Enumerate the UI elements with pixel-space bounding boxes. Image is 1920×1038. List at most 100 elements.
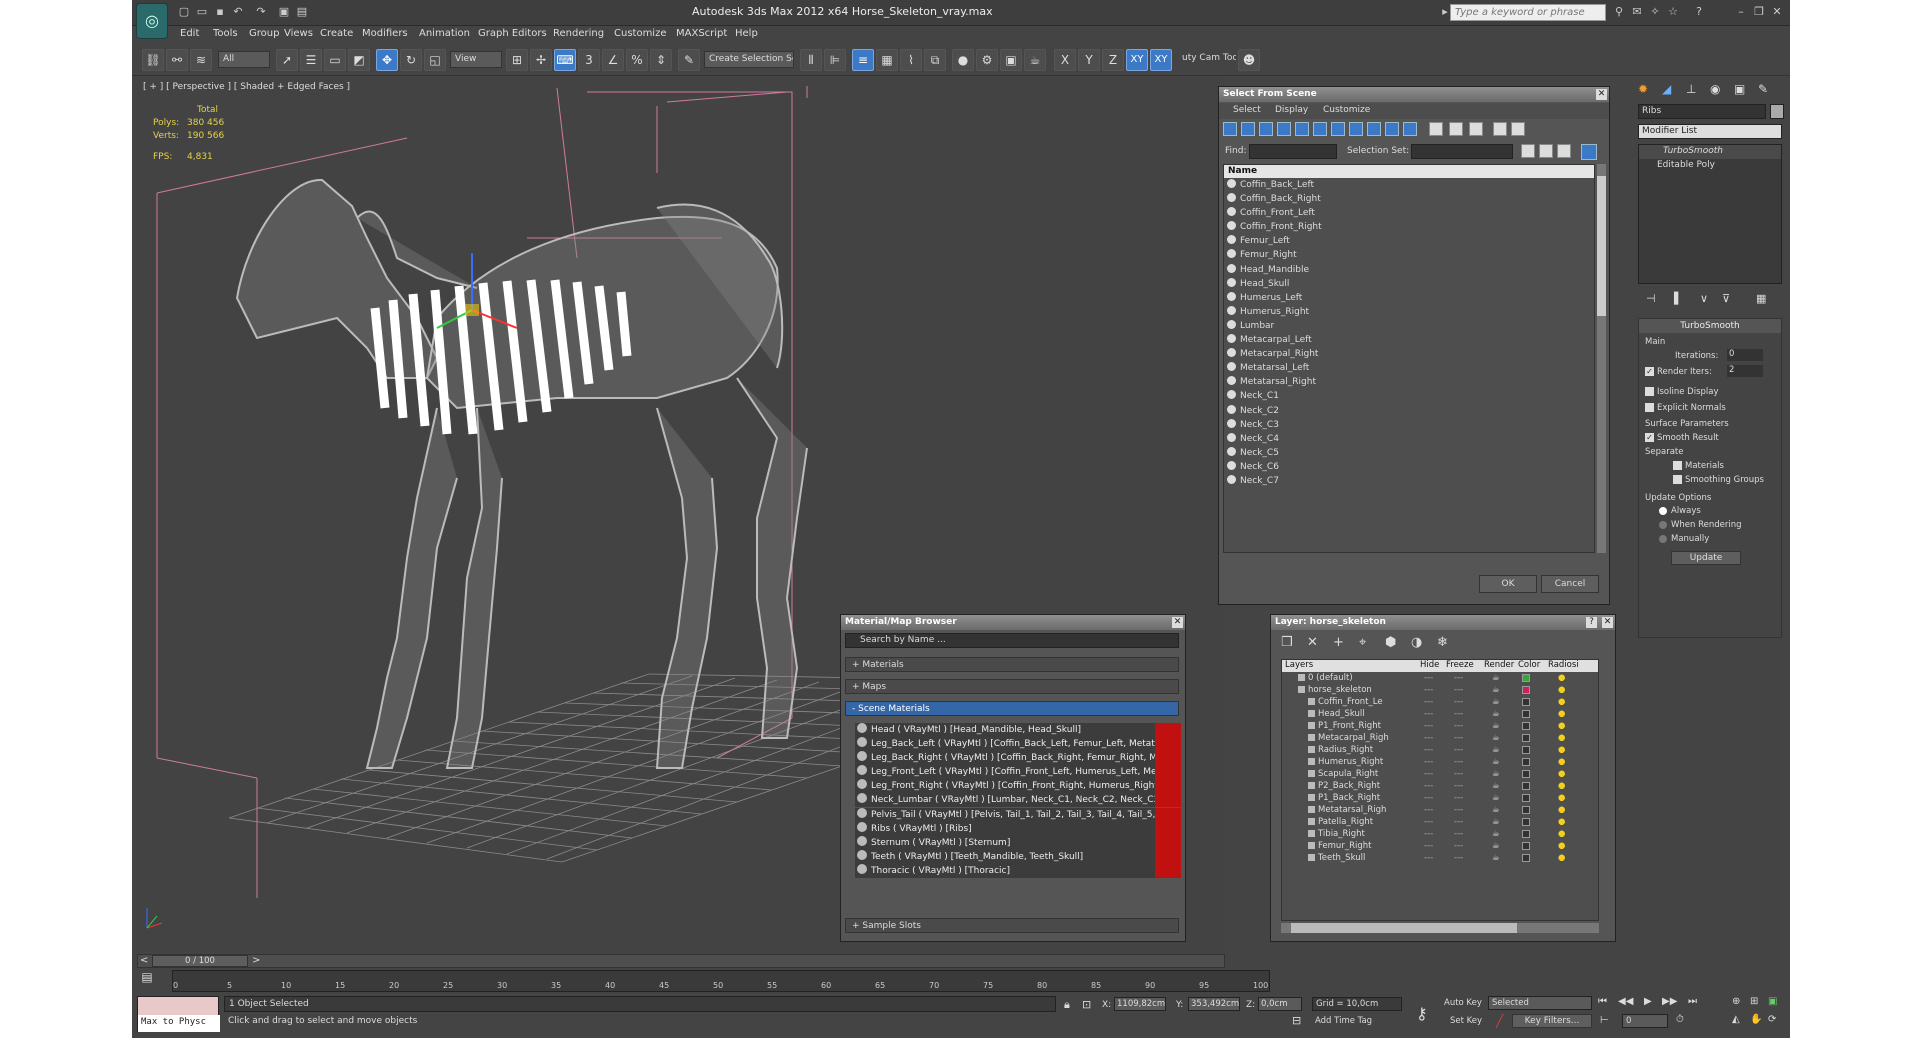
menu-maxscript[interactable]: MAXScript — [676, 28, 727, 39]
freeze-toggle[interactable]: --- — [1454, 756, 1463, 768]
when-rendering-radio[interactable] — [1659, 521, 1667, 529]
material-editor-icon[interactable]: ● — [952, 49, 974, 71]
selection-filter-dropdown[interactable]: All — [218, 51, 270, 68]
layer-manager-title[interactable]: Layer: horse_skeleton — [1271, 615, 1615, 630]
scene-object-row[interactable]: Neck_C6 — [1224, 460, 1594, 474]
always-radio[interactable] — [1659, 507, 1667, 515]
sfs-opt1-icon[interactable] — [1521, 144, 1535, 158]
scene-object-row[interactable]: Humerus_Left — [1224, 291, 1594, 305]
track-bar[interactable]: 0 5 10 15 20 25 30 35 40 45 50 55 60 65 70 75 80 85 90 95 10… — [172, 970, 1270, 992]
maxscript-text[interactable]: Max to Physc — [138, 1015, 220, 1032]
menu-edit[interactable]: Edit — [180, 28, 199, 39]
filter-geometry-icon[interactable] — [1223, 122, 1237, 136]
menu-customize[interactable]: Customize — [614, 28, 667, 39]
filter-shapes-icon[interactable] — [1241, 122, 1255, 136]
zoom-all-icon[interactable]: ⊞ — [1750, 996, 1758, 1007]
freeze-toggle[interactable]: --- — [1454, 804, 1463, 816]
layer-color-swatch[interactable] — [1522, 854, 1530, 862]
rendered-frame-icon[interactable]: ▣ — [1000, 49, 1022, 71]
freeze-toggle[interactable]: --- — [1454, 768, 1463, 780]
hide-toggle[interactable]: --- — [1424, 780, 1433, 792]
sfs-opt2-icon[interactable] — [1539, 144, 1553, 158]
key-mode-dropdown[interactable]: Selected — [1488, 996, 1592, 1010]
curve-editor-icon[interactable]: ⌇ — [900, 49, 922, 71]
freeze-toggle[interactable]: --- — [1454, 828, 1463, 840]
axis-y-button[interactable]: Y — [1078, 49, 1100, 71]
render-teapot-icon[interactable]: ☕ — [1492, 768, 1500, 780]
layer-close-icon[interactable]: ✕ — [1602, 617, 1613, 628]
layer-object-row[interactable]: Head_Skull --- --- ☕ ● — [1282, 708, 1598, 720]
menu-views[interactable]: Views — [284, 28, 313, 39]
scene-object-row[interactable]: Femur_Right — [1224, 248, 1594, 262]
search-input[interactable]: Type a keyword or phrase — [1450, 4, 1606, 21]
app-logo-icon[interactable]: ◎ — [136, 3, 168, 39]
highlight-layer-icon[interactable]: ⬢ — [1385, 635, 1396, 650]
smoothing-groups-checkbox[interactable] — [1673, 475, 1682, 484]
menu-modifiers[interactable]: Modifiers — [362, 28, 408, 39]
render-teapot-icon[interactable]: ☕ — [1492, 792, 1500, 804]
next-frame-icon[interactable]: > — [252, 955, 260, 966]
freeze-toggle[interactable]: --- — [1454, 816, 1463, 828]
hierarchy-icon[interactable] — [1511, 122, 1525, 136]
freeze-toggle[interactable]: --- — [1454, 696, 1463, 708]
scene-object-row[interactable]: Coffin_Back_Left — [1224, 178, 1594, 192]
favorites-icon[interactable]: ☆ — [1666, 5, 1680, 19]
viewport-label[interactable]: [ + ] [ Perspective ] [ Shaded + Edged F… — [143, 82, 350, 92]
link-icon[interactable]: ⛓ — [142, 49, 164, 71]
render-setup-icon[interactable]: ⚙ — [976, 49, 998, 71]
hierarchy-tab-icon[interactable]: ⊥ — [1686, 82, 1696, 96]
key-tangent-icon[interactable]: ╱ — [1496, 1014, 1503, 1028]
next-key-icon[interactable]: ▶▶ — [1662, 996, 1677, 1007]
render-teapot-icon[interactable]: ☕ — [1492, 672, 1500, 684]
freeze-toggle[interactable]: --- — [1454, 852, 1463, 864]
stack-turbosmooth[interactable]: TurboSmooth — [1639, 145, 1781, 159]
scene-object-row[interactable]: Neck_C4 — [1224, 432, 1594, 446]
menu-graph-editors[interactable]: Graph Editors — [478, 28, 547, 39]
object-color-swatch[interactable] — [1770, 104, 1784, 119]
scene-object-row[interactable]: Metatarsal_Right — [1224, 375, 1594, 389]
hide-toggle[interactable]: --- — [1424, 816, 1433, 828]
col-freeze[interactable]: Freeze — [1446, 660, 1474, 670]
scene-object-row[interactable]: Metatarsal_Left — [1224, 361, 1594, 375]
render-teapot-icon[interactable]: ☕ — [1492, 684, 1500, 696]
scene-object-row[interactable]: Neck_C1 — [1224, 389, 1594, 403]
filter-groups-icon[interactable] — [1331, 122, 1345, 136]
hide-toggle[interactable]: --- — [1424, 672, 1433, 684]
layer-color-swatch[interactable] — [1522, 818, 1530, 826]
sfs-menu-display[interactable]: Display — [1275, 105, 1308, 115]
project-icon[interactable]: ▣ — [277, 5, 291, 19]
display-all-icon[interactable] — [1429, 122, 1443, 136]
iterations-spinner[interactable]: 0 — [1727, 349, 1763, 361]
go-start-icon[interactable]: ⏮ — [1598, 996, 1607, 1007]
scene-object-row[interactable]: Neck_C5 — [1224, 446, 1594, 460]
find-input[interactable] — [1249, 144, 1337, 159]
axis-xy-cycle-button[interactable]: XY — [1150, 49, 1172, 71]
layer-object-row[interactable]: P2_Back_Right --- --- ☕ ● — [1282, 780, 1598, 792]
layer-object-row[interactable]: Scapula_Right --- --- ☕ ● — [1282, 768, 1598, 780]
sfs-sync-icon[interactable] — [1581, 144, 1597, 160]
delete-layer-icon[interactable]: ✕ — [1307, 635, 1318, 650]
render-teapot-icon[interactable]: ☕ — [1492, 840, 1500, 852]
radiosity-icon[interactable]: ● — [1558, 696, 1565, 708]
radiosity-icon[interactable]: ● — [1558, 804, 1565, 816]
freeze-toggle[interactable]: --- — [1454, 684, 1463, 696]
render-teapot-icon[interactable]: ☕ — [1492, 804, 1500, 816]
menu-create[interactable]: Create — [320, 28, 353, 39]
binoculars-icon[interactable]: ⚲ — [1612, 5, 1626, 19]
time-slider-thumb[interactable]: 0 / 100 — [152, 955, 248, 967]
freeze-toggle[interactable]: --- — [1454, 672, 1463, 684]
radiosity-icon[interactable]: ● — [1558, 732, 1565, 744]
hide-toggle[interactable]: --- — [1424, 708, 1433, 720]
subscription-icon[interactable]: ✉ — [1630, 5, 1644, 19]
hide-toggle[interactable]: --- — [1424, 744, 1433, 756]
filter-containers-icon[interactable] — [1385, 122, 1399, 136]
configure-sets-icon[interactable]: ▦ — [1756, 292, 1766, 305]
layer-object-row[interactable]: Metatarsal_Righ --- --- ☕ ● — [1282, 804, 1598, 816]
scene-object-row[interactable]: Coffin_Back_Right — [1224, 192, 1594, 206]
display-invert-icon[interactable] — [1469, 122, 1483, 136]
layer-color-swatch[interactable] — [1522, 842, 1530, 850]
pivot-center-icon[interactable]: ⊞ — [506, 49, 528, 71]
layer-manager-icon[interactable]: ≡ — [852, 49, 874, 71]
col-hide[interactable]: Hide — [1420, 660, 1439, 670]
section-scene-materials[interactable]: - Scene Materials — [845, 701, 1179, 716]
